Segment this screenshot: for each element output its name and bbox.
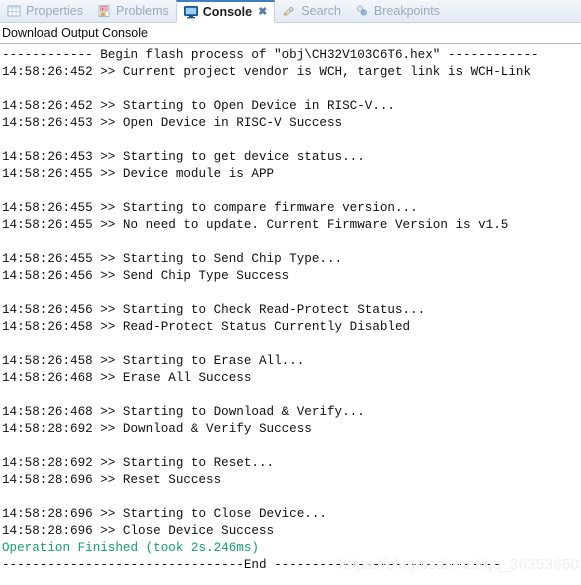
console-log-line: 14:58:26:458 >> Starting to Erase All... (2, 354, 305, 368)
console-log-line (2, 438, 581, 455)
tab-properties[interactable]: Properties (0, 0, 90, 22)
console-log-line: 14:58:26:452 >> Current project vendor i… (2, 65, 532, 79)
console-log-line: 14:58:26:456 >> Starting to Check Read-P… (2, 303, 426, 317)
console-log-line: 14:58:28:696 >> Starting to Close Device… (2, 507, 327, 521)
view-tab-bar: Properties Problems Console ✖ Search Bre… (0, 0, 581, 23)
tab-breakpoints[interactable]: Breakpoints (348, 0, 447, 22)
tab-search[interactable]: Search (275, 0, 348, 22)
console-monitor-icon (183, 4, 199, 20)
console-log-line: 14:58:26:468 >> Starting to Download & V… (2, 405, 365, 419)
console-log-line (2, 336, 581, 353)
tab-problems[interactable]: Problems (90, 0, 176, 22)
console-log-line: 14:58:26:455 >> No need to update. Curre… (2, 218, 509, 232)
console-log-line: 14:58:26:468 >> Erase All Success (2, 371, 252, 385)
console-title-bar: Download Output Console (0, 23, 581, 44)
console-log-line: ------------ Begin flash process of "obj… (2, 48, 539, 62)
console-log-line: 14:58:28:696 >> Close Device Success (2, 524, 275, 538)
problems-warning-icon (96, 3, 112, 19)
console-log-list: ------------ Begin flash process of "obj… (2, 47, 581, 574)
console-log-line: 14:58:26:455 >> Device module is APP (2, 167, 275, 181)
console-log-line (2, 387, 581, 404)
console-log-line: 14:58:28:692 >> Starting to Reset... (2, 456, 275, 470)
console-log-line: 14:58:26:452 >> Starting to Open Device … (2, 99, 395, 113)
console-log-line: 14:58:28:696 >> Reset Success (2, 473, 222, 487)
tab-console[interactable]: Console ✖ (175, 0, 276, 23)
tab-breakpoints-label: Breakpoints (373, 3, 440, 18)
console-log-line: 14:58:26:455 >> Starting to Send Chip Ty… (2, 252, 343, 266)
console-log-line (2, 234, 581, 251)
search-pencil-icon (281, 3, 297, 19)
console-log-line (2, 81, 581, 98)
console-title: Download Output Console (2, 25, 148, 40)
tab-search-label: Search (301, 3, 341, 18)
console-log-line: 14:58:26:453 >> Starting to get device s… (2, 150, 365, 164)
tab-console-label: Console (202, 4, 253, 19)
console-log-line: 14:58:26:456 >> Send Chip Type Success (2, 269, 290, 283)
console-log-line: Operation Finished (took 2s.246ms) (2, 541, 259, 555)
console-log-line (2, 132, 581, 149)
console-log-line (2, 183, 581, 200)
console-log-line: 14:58:26:455 >> Starting to compare firm… (2, 201, 418, 215)
close-icon[interactable]: ✖ (258, 6, 267, 18)
tab-properties-label: Properties (26, 3, 83, 18)
console-log-line (2, 285, 581, 302)
console-log-line: 14:58:28:692 >> Download & Verify Succes… (2, 422, 312, 436)
console-log-line: 14:58:26:458 >> Read-Protect Status Curr… (2, 320, 411, 334)
properties-table-icon (6, 3, 22, 19)
breakpoints-dots-icon (354, 3, 370, 19)
console-log-line (2, 489, 581, 506)
console-log-line: --------------------------------End ----… (2, 558, 501, 572)
console-log-line: 14:58:26:453 >> Open Device in RISC-V Su… (2, 116, 343, 130)
tab-problems-label: Problems (115, 3, 169, 18)
console-output-area[interactable]: ------------ Begin flash process of "obj… (0, 45, 581, 585)
